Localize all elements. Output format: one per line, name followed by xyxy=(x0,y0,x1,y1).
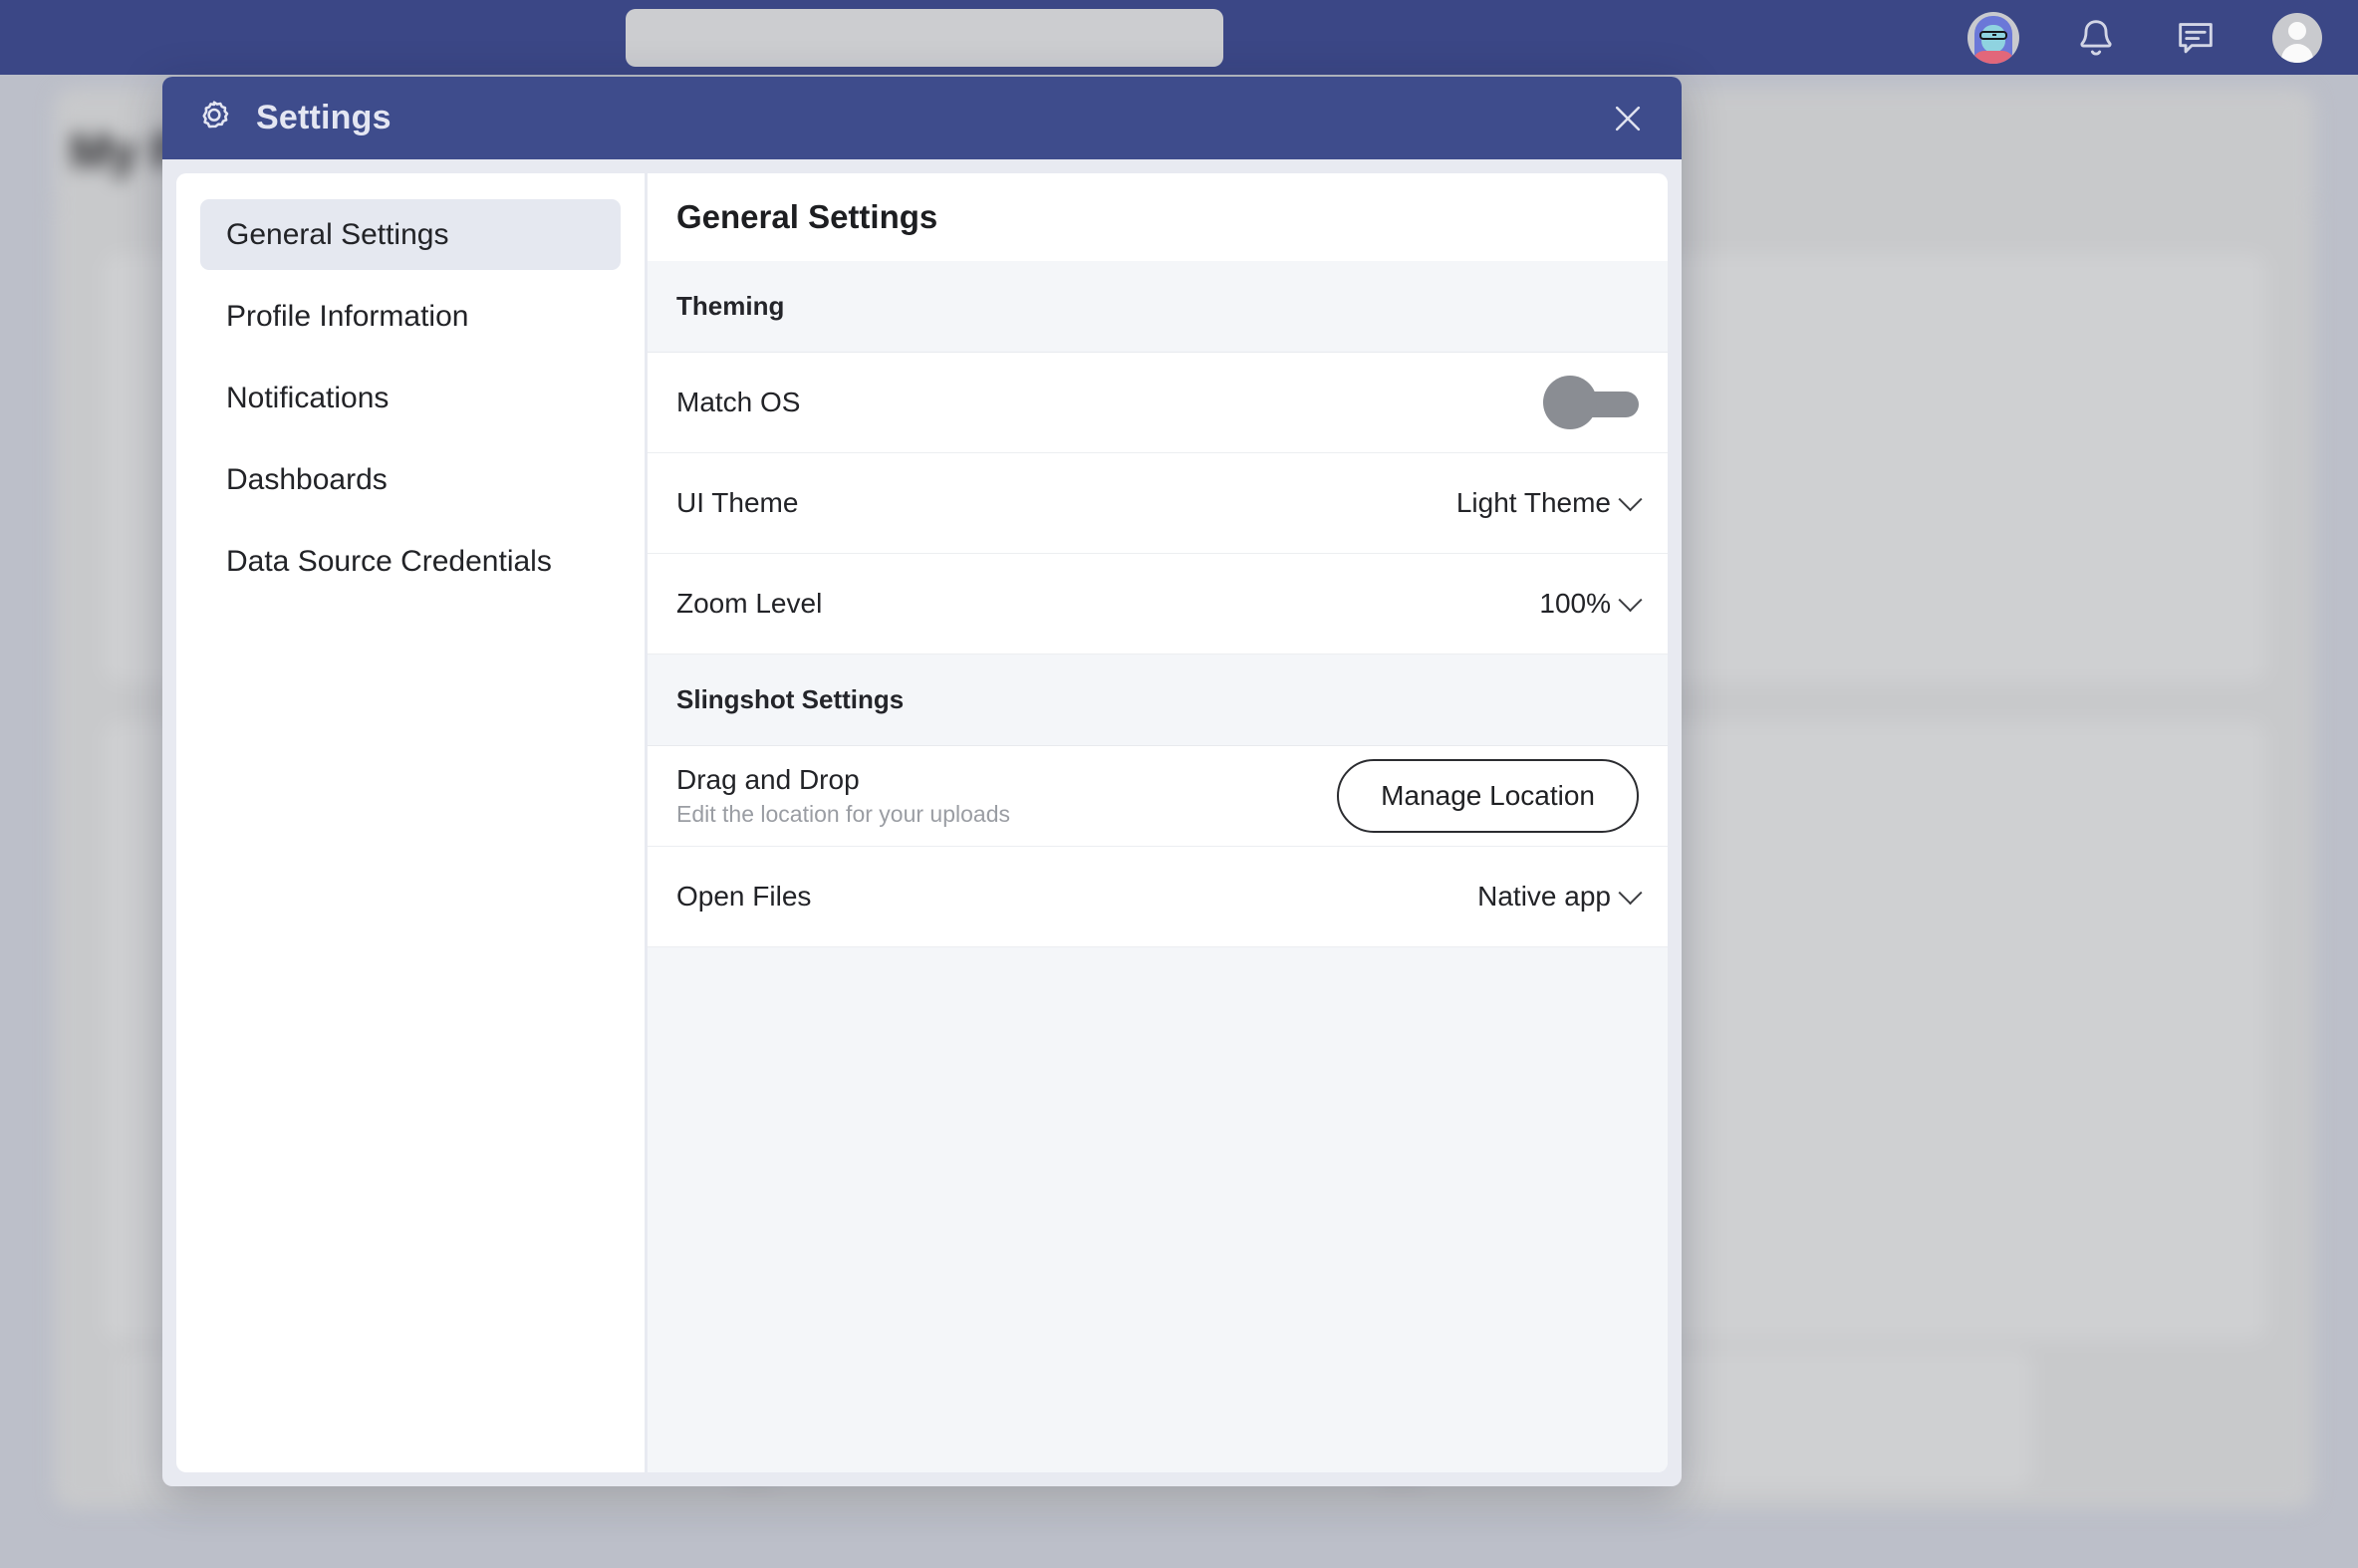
setting-sublabel: Edit the location for your uploads xyxy=(676,801,1010,827)
content-empty-area xyxy=(648,947,1668,1472)
dropdown-value: Light Theme xyxy=(1455,487,1611,518)
setting-row-open-files: Open Files Native app xyxy=(648,847,1668,947)
sidebar-item-label: Dashboards xyxy=(226,462,388,496)
close-icon[interactable] xyxy=(1600,91,1656,146)
content-header: General Settings xyxy=(648,173,1668,261)
row-labels: Zoom Level xyxy=(676,588,822,620)
setting-label: Match OS xyxy=(676,387,801,417)
setting-label: UI Theme xyxy=(676,487,799,518)
row-control: 100% xyxy=(1539,587,1643,620)
sidebar-item-general-settings[interactable]: General Settings xyxy=(200,199,621,270)
setting-label: Zoom Level xyxy=(676,588,823,619)
chevron-down-icon xyxy=(1618,587,1643,612)
dropdown-value: 100% xyxy=(1539,588,1611,619)
row-labels: UI Theme xyxy=(676,487,798,519)
settings-sidebar: General Settings Profile Information Not… xyxy=(176,173,645,1472)
avatar-body xyxy=(2281,43,2313,63)
row-control xyxy=(1543,376,1639,429)
dropdown-value: Native app xyxy=(1477,881,1611,912)
open-files-dropdown[interactable]: Native app xyxy=(1477,880,1643,913)
setting-row-ui-theme: UI Theme Light Theme xyxy=(648,453,1668,554)
row-labels: Match OS xyxy=(676,387,800,418)
dialog-title: Settings xyxy=(256,99,392,136)
settings-content-panel: General Settings Theming Match OS UI The… xyxy=(648,173,1668,1472)
sidebar-item-dashboards[interactable]: Dashboards xyxy=(200,444,621,515)
sidebar-item-notifications[interactable]: Notifications xyxy=(200,363,621,433)
avatar-glasses xyxy=(1979,30,2007,40)
chevron-down-icon xyxy=(1618,880,1643,905)
match-os-toggle[interactable] xyxy=(1543,376,1639,429)
row-control: Manage Location xyxy=(1337,759,1639,833)
row-labels: Drag and Drop Edit the location for your… xyxy=(676,764,1010,828)
gear-icon xyxy=(202,100,229,128)
setting-label: Drag and Drop xyxy=(676,764,860,795)
search-input[interactable] xyxy=(626,9,1223,67)
zoom-level-dropdown[interactable]: 100% xyxy=(1539,587,1643,620)
sidebar-item-label: Notifications xyxy=(226,381,390,414)
chat-icon[interactable] xyxy=(2173,15,2219,61)
section-heading-label: Theming xyxy=(676,291,785,321)
row-control: Native app xyxy=(1477,880,1643,913)
avatar-shirt xyxy=(1972,50,2014,64)
setting-row-zoom-level: Zoom Level 100% xyxy=(648,554,1668,654)
sidebar-item-data-source-credentials[interactable]: Data Source Credentials xyxy=(200,526,621,597)
avatar-head xyxy=(2288,21,2306,40)
manage-location-button[interactable]: Manage Location xyxy=(1337,759,1639,833)
nav-icon-group xyxy=(1967,0,2322,75)
ui-theme-dropdown[interactable]: Light Theme xyxy=(1455,486,1643,519)
chevron-down-icon xyxy=(1618,486,1643,511)
setting-row-drag-and-drop: Drag and Drop Edit the location for your… xyxy=(648,746,1668,847)
row-labels: Open Files xyxy=(676,881,811,913)
sidebar-item-label: General Settings xyxy=(226,217,449,251)
sidebar-item-label: Profile Information xyxy=(226,299,469,333)
section-heading-slingshot-settings: Slingshot Settings xyxy=(648,654,1668,746)
top-navigation-bar xyxy=(0,0,2358,75)
close-x-glyph xyxy=(1615,106,1641,131)
cartoon-avatar-icon[interactable] xyxy=(1967,11,2019,64)
sidebar-item-label: Data Source Credentials xyxy=(226,544,552,578)
sidebar-item-profile-information[interactable]: Profile Information xyxy=(200,281,621,352)
section-heading-label: Slingshot Settings xyxy=(676,684,905,714)
page-title: General Settings xyxy=(676,198,938,235)
dialog-header: Settings xyxy=(162,77,1682,159)
toggle-knob xyxy=(1543,376,1597,429)
bell-icon[interactable] xyxy=(2073,15,2119,61)
profile-avatar-icon[interactable] xyxy=(2272,12,2322,63)
dialog-body: General Settings Profile Information Not… xyxy=(162,159,1682,1486)
row-control: Light Theme xyxy=(1455,486,1643,519)
setting-row-match-os: Match OS xyxy=(648,353,1668,453)
section-heading-theming: Theming xyxy=(648,261,1668,353)
setting-label: Open Files xyxy=(676,881,812,912)
settings-dialog: Settings General Settings Profile Inform… xyxy=(162,77,1682,1486)
